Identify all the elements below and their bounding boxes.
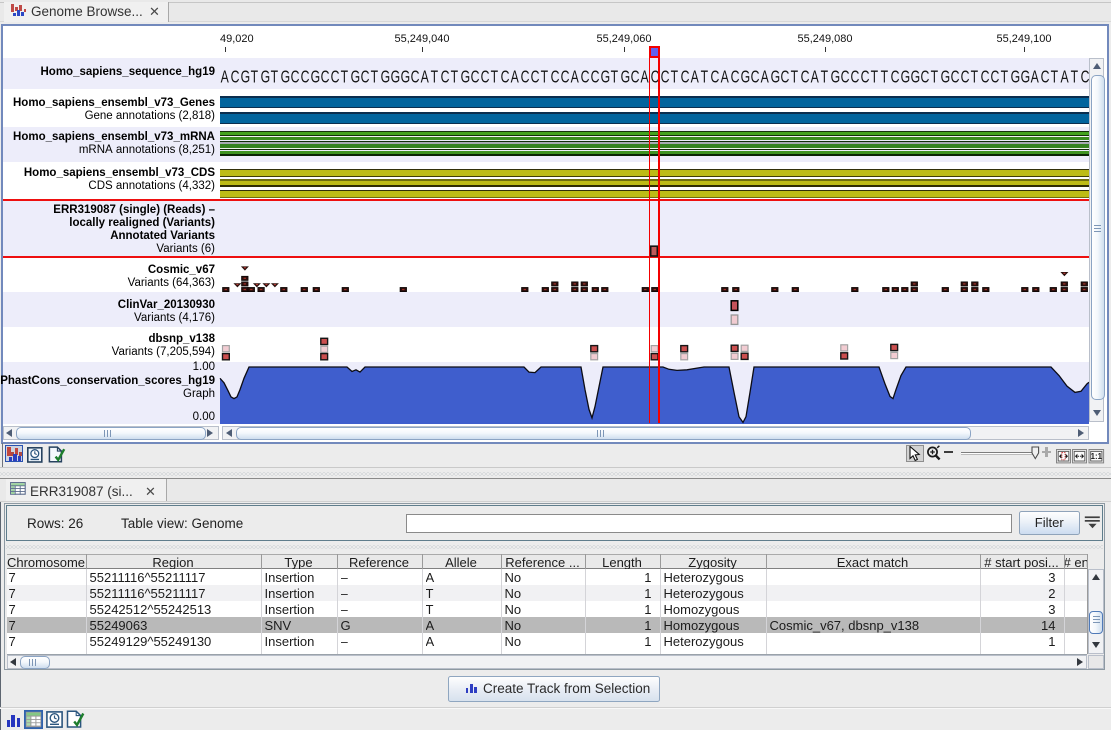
svg-text:1:1: 1:1 — [1090, 452, 1102, 461]
